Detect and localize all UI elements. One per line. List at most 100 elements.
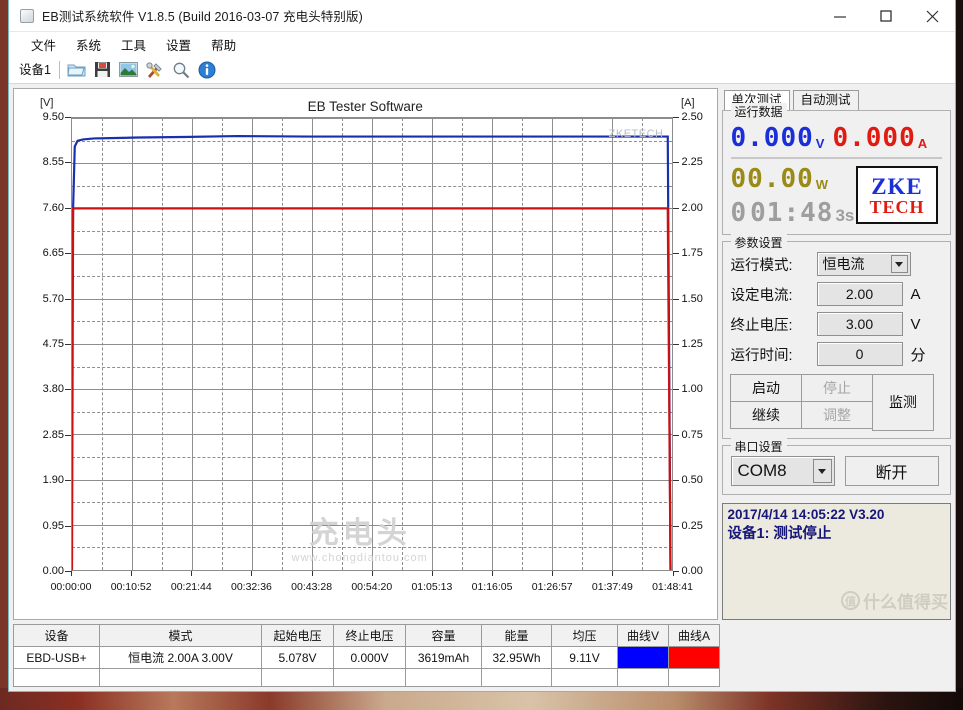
start-button[interactable]: 启动 <box>730 374 802 402</box>
chevron-down-icon[interactable] <box>813 459 832 483</box>
y-tick-label: 6.65 <box>43 247 71 259</box>
disconnect-button[interactable]: 断开 <box>845 456 939 486</box>
chart-plot-area[interactable]: ZKETECH 充电头 www.chongdiantou.com <box>71 117 673 571</box>
x-tick-label: 01:37:49 <box>592 581 633 593</box>
side-panel: 单次测试 自动测试 运行数据 0.000 V 0.000 A 00.00 <box>722 88 952 620</box>
menu-item-tools[interactable]: 工具 <box>111 33 156 56</box>
divider <box>731 157 943 159</box>
chart-curves <box>72 118 672 570</box>
x-tick-mark <box>131 571 132 576</box>
chart-y2-axis: 0.000.250.500.751.001.251.501.752.002.25… <box>673 117 717 571</box>
running-data-label: 运行数据 <box>731 103 787 120</box>
current-value: 0.000 <box>832 125 915 151</box>
x-tick-mark <box>71 571 72 576</box>
stop-button[interactable]: 停止 <box>801 374 873 402</box>
running-data-group: 运行数据 0.000 V 0.000 A 00.00 W 0 <box>722 110 952 235</box>
cell-start-voltage: 5.078V <box>262 647 334 669</box>
chart-x-axis: 00:00:0000:10:5200:21:4400:32:3600:43:28… <box>71 571 673 619</box>
y-tick-label: 0.00 <box>43 565 71 577</box>
y2-tick-label: 1.75 <box>673 247 703 259</box>
menu-item-file[interactable]: 文件 <box>21 33 66 56</box>
table-row[interactable] <box>14 669 720 687</box>
col-curve-a: 曲线A <box>669 625 720 647</box>
x-tick-label: 01:05:13 <box>411 581 452 593</box>
set-current-input[interactable]: 2.00 <box>817 282 903 306</box>
magnifier-icon[interactable] <box>168 58 194 82</box>
param-settings-group: 参数设置 运行模式: 恒电流 设定电流: 2.00 A <box>722 241 952 439</box>
x-tick-label: 01:48:41 <box>652 581 693 593</box>
y2-tick-label: 1.25 <box>673 338 703 350</box>
cell-empty <box>334 669 406 687</box>
tools-icon[interactable] <box>142 58 168 82</box>
y2-tick-label: 1.50 <box>673 293 703 305</box>
col-energy: 能量 <box>482 625 552 647</box>
power-unit: W <box>816 177 828 192</box>
table-row[interactable]: EBD-USB+ 恒电流 2.00A 3.00V 5.078V 0.000V 3… <box>14 647 720 669</box>
elapsed-time: 01:48 <box>750 200 833 226</box>
com-port-select[interactable]: COM8 <box>731 456 835 486</box>
cell-empty <box>482 669 552 687</box>
y2-tick-label: 2.00 <box>673 202 703 214</box>
app-window: EB测试系统软件 V1.8.5 (Build 2016-03-07 充电头特别版… <box>8 0 956 692</box>
close-button[interactable] <box>909 0 955 32</box>
com-port-value: COM8 <box>738 461 787 481</box>
y2-tick-label: 2.25 <box>673 156 703 168</box>
minimize-button[interactable] <box>817 0 863 32</box>
tab-auto-test[interactable]: 自动测试 <box>793 90 859 110</box>
x-tick-label: 00:54:20 <box>351 581 392 593</box>
power-value: 00.00 <box>731 166 814 192</box>
menu-item-help[interactable]: 帮助 <box>201 33 246 56</box>
monitor-button[interactable]: 监测 <box>872 374 934 431</box>
param-row-time: 运行时间: 0 分 <box>731 342 943 366</box>
maximize-button[interactable] <box>863 0 909 32</box>
main-body: [V] EB Tester Software [A] 0.000.951.902… <box>9 84 955 620</box>
col-capacity: 容量 <box>406 625 482 647</box>
info-icon[interactable] <box>194 58 220 82</box>
col-curve-v: 曲线V <box>618 625 669 647</box>
watermark-text: 什么值得买 <box>863 588 948 613</box>
col-stop-voltage: 终止电压 <box>334 625 406 647</box>
x-tick-label: 01:16:05 <box>472 581 513 593</box>
adjust-button[interactable]: 调整 <box>801 401 873 429</box>
zketech-logo: ZKE TECH <box>856 166 938 224</box>
x-tick-label: 00:32:36 <box>231 581 272 593</box>
save-floppy-icon[interactable] <box>90 58 116 82</box>
chevron-down-icon[interactable] <box>891 255 908 273</box>
watermark-badge: 值 <box>841 591 860 610</box>
chart-panel: [V] EB Tester Software [A] 0.000.951.902… <box>13 88 718 620</box>
y-tick-label: 1.90 <box>43 474 71 486</box>
serial-settings-group: 串口设置 COM8 断开 <box>722 445 952 495</box>
cell-curve-a-color <box>669 647 720 669</box>
run-mode-select[interactable]: 恒电流 <box>817 252 911 276</box>
x-tick-label: 00:00:00 <box>51 581 92 593</box>
col-device: 设备 <box>14 625 100 647</box>
cell-empty <box>100 669 262 687</box>
smzdm-watermark: 值 什么值得买 <box>841 588 948 613</box>
x-tick-mark <box>552 571 553 576</box>
log-line-status: 设备1: 测试停止 <box>728 522 946 543</box>
app-cube-icon <box>19 8 35 24</box>
y-tick-label: 5.70 <box>43 293 71 305</box>
elapsed-seconds: 3s <box>835 206 854 226</box>
current-unit: A <box>918 136 927 151</box>
cell-curve-v-color <box>618 647 669 669</box>
y2-tick-label: 0.75 <box>673 429 703 441</box>
title-bar: EB测试系统软件 V1.8.5 (Build 2016-03-07 充电头特别版… <box>9 0 955 32</box>
image-icon[interactable] <box>116 58 142 82</box>
log-line-timestamp: 2017/4/14 14:05:22 V3.20 <box>728 507 946 522</box>
status-log[interactable]: 2017/4/14 14:05:22 V3.20 设备1: 测试停止 值 什么值… <box>722 503 952 620</box>
y-tick-label: 3.80 <box>43 383 71 395</box>
run-mode-value: 恒电流 <box>823 254 865 274</box>
stop-voltage-unit: V <box>911 316 921 333</box>
param-row-mode: 运行模式: 恒电流 <box>731 252 943 276</box>
stop-voltage-input[interactable]: 3.00 <box>817 312 903 336</box>
y2-tick-label: 0.00 <box>673 565 703 577</box>
cell-empty <box>618 669 669 687</box>
menu-item-system[interactable]: 系统 <box>66 33 111 56</box>
resume-button[interactable]: 继续 <box>730 401 802 429</box>
tool-bar: 设备1 <box>9 56 955 84</box>
y-tick-label: 2.85 <box>43 429 71 441</box>
menu-item-settings[interactable]: 设置 <box>156 33 201 56</box>
run-time-input[interactable]: 0 <box>817 342 903 366</box>
open-folder-icon[interactable] <box>64 58 90 82</box>
